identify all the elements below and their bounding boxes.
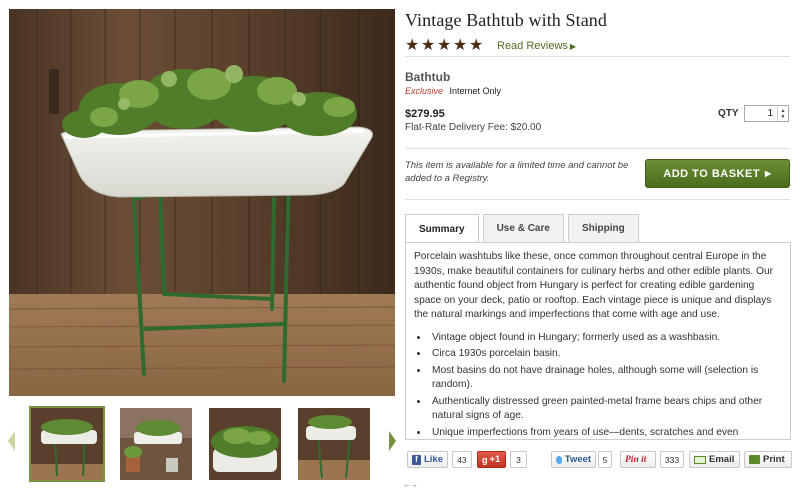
chevron-right-icon[interactable] xyxy=(389,431,396,451)
divider xyxy=(405,56,790,57)
product-title: Vintage Bathtub with Stand xyxy=(405,10,607,30)
chevron-left-icon[interactable] xyxy=(8,431,15,451)
google-plus-icon: g xyxy=(482,454,488,465)
add-to-basket-label: ADD TO BASKET xyxy=(663,167,761,180)
like-count: 43 xyxy=(452,451,472,468)
bathtub-photo xyxy=(9,9,395,396)
list-item: Vintage object found in Hungary; formerl… xyxy=(429,331,790,346)
tweet-button[interactable]: Tweet xyxy=(551,451,596,468)
print-label: Print xyxy=(763,454,785,465)
product-tabs: Summary Use & Care Shipping xyxy=(405,214,643,243)
gplus-label: +1 xyxy=(489,454,501,465)
tweet-count: 5 xyxy=(598,451,612,468)
exclusive-badge: Exclusive xyxy=(405,86,444,96)
star-icon: ★ xyxy=(421,37,436,54)
envelope-icon xyxy=(694,455,706,464)
thumbnail-3[interactable] xyxy=(209,408,281,480)
summary-paragraph: Porcelain washtubs like these, once comm… xyxy=(414,251,774,320)
print-button[interactable]: Print xyxy=(744,451,792,468)
pin-count: 333 xyxy=(660,451,684,468)
thumbnail-2[interactable] xyxy=(120,408,192,480)
thumbnail-1[interactable] xyxy=(29,406,105,482)
divider xyxy=(405,199,790,200)
delivery-fee: Flat-Rate Delivery Fee: $20.00 xyxy=(405,122,542,133)
spinner-down-icon[interactable]: ▼ xyxy=(781,114,786,120)
star-icon: ★ xyxy=(405,37,420,54)
star-icon: ★ xyxy=(437,37,452,54)
quantity-spinner[interactable]: ▲ ▼ xyxy=(777,106,788,121)
summary-panel[interactable]: Porcelain washtubs like these, once comm… xyxy=(405,242,791,440)
thumbnail-4[interactable] xyxy=(298,408,370,480)
read-reviews-link[interactable]: Read Reviews ▶ xyxy=(497,40,576,52)
feature-list: Vintage object found in Hungary; formerl… xyxy=(429,331,790,440)
product-badges: Exclusive Internet Only xyxy=(405,86,501,96)
caret-right-icon: ▶ xyxy=(569,41,577,51)
list-item: Authentically distressed green painted-m… xyxy=(429,395,790,424)
partial-element-icon: ⌐ ¬ xyxy=(405,481,417,489)
caret-right-icon: ▶ xyxy=(765,169,772,178)
list-item: Most basins do not have drainage holes, … xyxy=(429,364,790,393)
pinterest-button[interactable]: Pin it xyxy=(620,451,656,468)
quantity-stepper[interactable]: ▲ ▼ xyxy=(744,105,789,122)
thumbnail-photo xyxy=(31,408,103,480)
like-label: Like xyxy=(423,454,443,465)
facebook-like-button[interactable]: f Like xyxy=(407,451,448,468)
email-button[interactable]: Email xyxy=(689,451,740,468)
add-to-basket-button[interactable]: ADD TO BASKET ▶ xyxy=(645,159,790,188)
divider xyxy=(405,148,790,149)
product-variant-name: Bathtub xyxy=(405,70,451,84)
product-price: $279.95 xyxy=(405,108,445,120)
read-reviews-label: Read Reviews xyxy=(497,39,568,52)
tweet-label: Tweet xyxy=(564,454,591,465)
product-rating: ★ ★ ★ ★ ★ Read Reviews ▶ xyxy=(405,37,576,54)
email-label: Email xyxy=(709,454,735,465)
quantity-input[interactable] xyxy=(745,106,777,121)
facebook-icon: f xyxy=(412,454,421,465)
star-icon: ★ xyxy=(469,37,484,54)
thumbnail-photo xyxy=(120,408,192,480)
printer-icon xyxy=(749,455,760,464)
pinit-label: Pin it xyxy=(625,454,647,465)
twitter-bird-icon xyxy=(556,455,562,464)
availability-note: This item is available for a limited tim… xyxy=(405,160,629,184)
internet-only-badge: Internet Only xyxy=(449,86,502,96)
gplus-count: 3 xyxy=(510,451,527,468)
social-share-bar: f Like 43 g +1 3 Tweet 5 Pin it 333 Emai… xyxy=(405,449,795,469)
tab-shipping[interactable]: Shipping xyxy=(567,214,639,242)
thumbnail-gallery xyxy=(0,405,400,483)
star-rating: ★ ★ ★ ★ ★ xyxy=(405,37,485,54)
tab-summary[interactable]: Summary xyxy=(405,214,479,243)
qty-label: QTY xyxy=(718,108,739,119)
list-item: Circa 1930s porcelain basin. xyxy=(429,347,790,362)
tab-use-care[interactable]: Use & Care xyxy=(482,214,564,242)
star-icon: ★ xyxy=(453,37,468,54)
thumbnail-photo xyxy=(298,408,370,480)
thumbnail-photo xyxy=(209,408,281,480)
google-plus-button[interactable]: g +1 xyxy=(477,451,506,468)
list-item: Unique imperfections from years of use—d… xyxy=(429,426,790,440)
product-main-image[interactable] xyxy=(9,9,395,396)
